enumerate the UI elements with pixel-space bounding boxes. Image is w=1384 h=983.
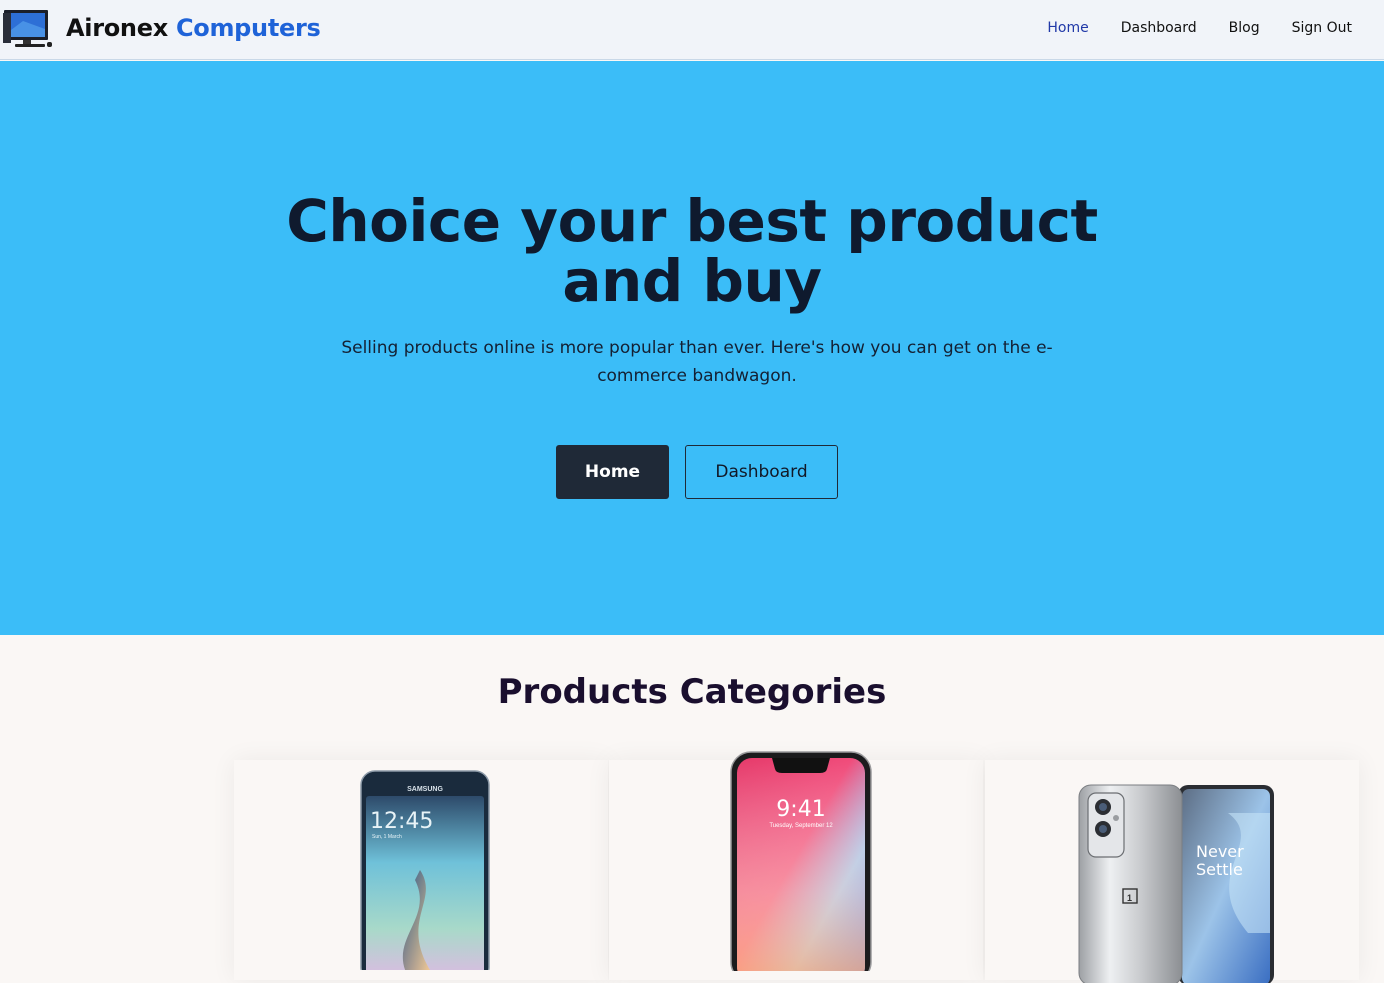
iphone-image: 9:41 Tuesday, September 12	[730, 751, 872, 971]
samsung-clock-text: 12:45	[370, 809, 433, 834]
brand-name-part1: Aironex	[66, 14, 168, 42]
oneplus-text-line1: Never	[1196, 842, 1244, 861]
main-nav: Home Dashboard Blog Sign Out	[1047, 20, 1352, 36]
computer-logo-icon[interactable]	[3, 9, 53, 49]
nav-home-link[interactable]: Home	[1047, 20, 1088, 36]
hero-title-line1: Choice your best product	[286, 187, 1098, 255]
hero-subtitle: Selling products online is more popular …	[341, 338, 1053, 386]
hero-section: Choice your best product and buy Selling…	[0, 61, 1384, 635]
brand-name-part2: Computers	[175, 14, 321, 42]
top-navbar: Aironex Computers Home Dashboard Blog Si…	[0, 0, 1384, 60]
nav-dashboard-link[interactable]: Dashboard	[1121, 20, 1197, 36]
nav-blog-link[interactable]: Blog	[1229, 20, 1260, 36]
samsung-brand-text: SAMSUNG	[407, 786, 443, 793]
hero-home-button[interactable]: Home	[556, 445, 669, 499]
brand-name[interactable]: Aironex Computers	[66, 14, 321, 42]
oneplus-phone-image: Never Settle 1	[1078, 784, 1274, 983]
iphone-date-text: Tuesday, September 12	[769, 823, 833, 829]
hero-dashboard-button[interactable]: Dashboard	[685, 445, 838, 499]
oneplus-text-line2: Settle	[1196, 860, 1243, 879]
iphone-clock-text: 9:41	[776, 797, 825, 822]
hero-title: Choice your best product and buy	[0, 191, 1384, 311]
samsung-date-text: Sun, 1 March	[372, 834, 402, 840]
svg-text:1: 1	[1127, 893, 1132, 903]
samsung-phone-image: SAMSUNG 12:45 Sun, 1 March	[360, 770, 490, 970]
category-card-iphone[interactable]: 9:41 Tuesday, September 12	[609, 751, 983, 980]
hero-title-line2: and buy	[562, 247, 822, 315]
category-card-samsung[interactable]: SAMSUNG 12:45 Sun, 1 March	[234, 760, 608, 980]
category-card-oneplus[interactable]: Never Settle 1	[985, 760, 1359, 983]
nav-sign-out-link[interactable]: Sign Out	[1292, 20, 1352, 36]
categories-title: Products Categories	[497, 672, 887, 712]
